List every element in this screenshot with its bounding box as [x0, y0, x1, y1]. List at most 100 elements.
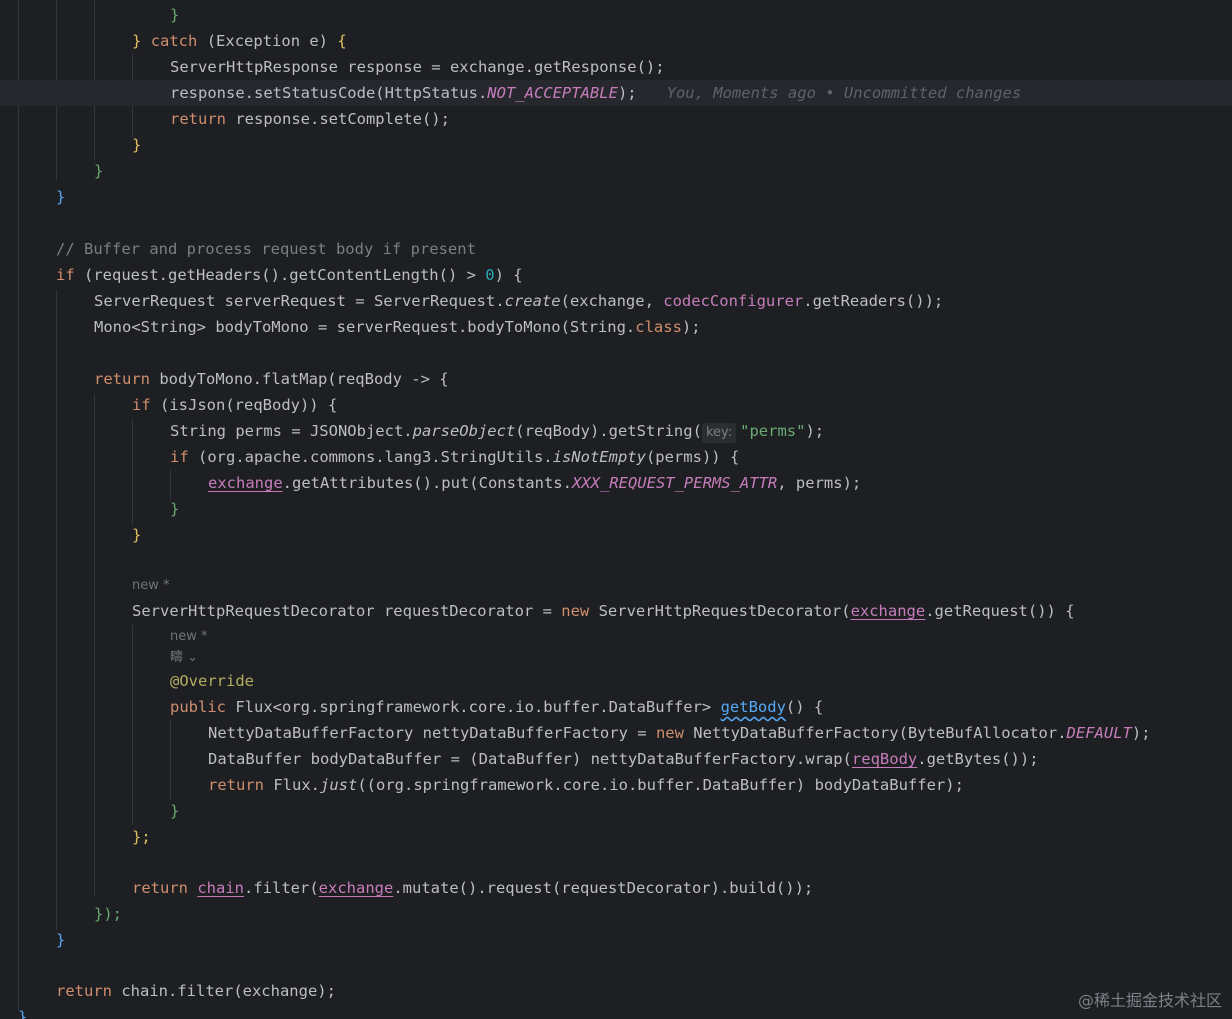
- code-line[interactable]: });: [0, 901, 1232, 927]
- exception-param: (Exception e): [206, 32, 329, 50]
- code-line[interactable]: }: [0, 184, 1232, 210]
- code-text: return Flux.just((org.springframework.co…: [208, 772, 964, 798]
- code-segment: ((org.springframework.core.io.buffer.Dat…: [357, 776, 964, 794]
- code-line[interactable]: DataBuffer bodyDataBuffer = (DataBuffer)…: [0, 746, 1232, 772]
- usages-lens[interactable]: new *: [132, 573, 170, 599]
- code-line[interactable]: }: [0, 522, 1232, 548]
- code-text: if (request.getHeaders().getContentLengt…: [56, 262, 523, 288]
- code-text: NettyDataBufferFactory nettyDataBufferFa…: [208, 720, 1151, 746]
- code-segment: ServerHttpRequestDecorator requestDecora…: [132, 602, 562, 620]
- closing-brace: }: [56, 188, 66, 206]
- code-segment: , perms);: [777, 474, 862, 492]
- new-keyword: new: [561, 602, 590, 620]
- code-text: ServerHttpResponse response = exchange.g…: [170, 58, 665, 76]
- if-keyword: if: [132, 396, 151, 414]
- code-line[interactable]: return chain.filter(exchange);: [0, 978, 1232, 1004]
- watermark: @稀土掘金技术社区: [1077, 991, 1222, 1010]
- closing-brace: }: [170, 802, 180, 820]
- code-text: ServerHttpRequestDecorator requestDecora…: [132, 598, 1075, 624]
- code-text: ServerRequest serverRequest = ServerRequ…: [94, 288, 943, 314]
- closing-brace: }: [56, 931, 66, 949]
- code-segment: response.setComplete();: [226, 110, 450, 128]
- closing-brace: }: [132, 526, 142, 544]
- code-line[interactable]: return bodyToMono.flatMap(reqBody -> {: [0, 366, 1232, 392]
- code-segment: String perms = JSONObject.: [170, 422, 413, 440]
- code-segment: );: [805, 422, 825, 440]
- return-keyword: return: [170, 110, 226, 128]
- code-line[interactable]: }: [0, 927, 1232, 953]
- code-line[interactable]: if (request.getHeaders().getContentLengt…: [0, 262, 1232, 288]
- annotation: @Override: [170, 672, 254, 690]
- closing-brace: }: [18, 1008, 28, 1019]
- code-line[interactable]: }: [0, 1004, 1232, 1019]
- code-line[interactable]: }: [0, 132, 1232, 158]
- code-segment: ServerRequest serverRequest = ServerRequ…: [94, 292, 505, 310]
- captured-variable[interactable]: exchange: [208, 474, 283, 492]
- code-comment: // Buffer and process request body if pr…: [56, 240, 476, 258]
- code-line[interactable]: @Override: [0, 668, 1232, 694]
- code-segment: (org.apache.commons.lang3.StringUtils.: [188, 448, 553, 466]
- code-text: return response.setComplete();: [170, 106, 450, 132]
- captured-variable[interactable]: chain: [197, 879, 244, 897]
- code-segment: .getRequest()) {: [925, 602, 1075, 620]
- code-line[interactable]: public Flux<org.springframework.core.io.…: [0, 694, 1232, 720]
- code-text: return chain.filter(exchange.mutate().re…: [132, 875, 813, 901]
- if-keyword: if: [170, 448, 189, 466]
- code-segment: .getAttributes().put(Constants.: [282, 474, 572, 492]
- code-line[interactable]: ServerHttpRequestDecorator requestDecora…: [0, 598, 1232, 624]
- code-line[interactable]: return response.setComplete();: [0, 106, 1232, 132]
- code-line[interactable]: exchange.getAttributes().put(Constants.X…: [0, 470, 1232, 496]
- code-segment: NettyDataBufferFactory nettyDataBufferFa…: [208, 724, 656, 742]
- code-line[interactable]: Mono<String> bodyToMono = serverRequest.…: [0, 314, 1232, 340]
- code-segment: DataBuffer bodyDataBuffer = (DataBuffer)…: [208, 750, 852, 768]
- code-text: Mono<String> bodyToMono = serverRequest.…: [94, 314, 701, 340]
- closing-brace: };: [132, 828, 151, 846]
- code-line[interactable]: NettyDataBufferFactory nettyDataBufferFa…: [0, 720, 1232, 746]
- code-segment: (isJson(reqBody)) {: [150, 396, 338, 414]
- captured-variable[interactable]: exchange: [851, 602, 926, 620]
- code-line[interactable]: ServerRequest serverRequest = ServerRequ…: [0, 288, 1232, 314]
- code-text: public Flux<org.springframework.core.io.…: [170, 694, 823, 720]
- code-line[interactable]: }: [0, 2, 1232, 28]
- closing-brace: }: [94, 162, 104, 180]
- code-line[interactable]: }: [0, 496, 1232, 522]
- static-method: parseObject: [412, 422, 516, 440]
- code-editor[interactable]: } } catch (Exception e) { ServerHttpResp…: [0, 0, 1232, 1019]
- code-text: return bodyToMono.flatMap(reqBody -> {: [94, 366, 449, 392]
- code-segment: .filter(: [244, 879, 319, 897]
- code-line[interactable]: };: [0, 824, 1232, 850]
- captured-variable[interactable]: reqBody: [852, 750, 917, 768]
- method-name[interactable]: getBody: [721, 698, 786, 716]
- code-segment: .getReaders());: [803, 292, 944, 310]
- return-keyword: return: [132, 879, 188, 897]
- number-literal: 0: [485, 266, 495, 284]
- code-line[interactable]: if (isJson(reqBody)) {: [0, 392, 1232, 418]
- code-line[interactable]: }: [0, 158, 1232, 184]
- code-line[interactable]: String perms = JSONObject.parseObject(re…: [0, 418, 1232, 444]
- code-lens[interactable]: new *: [0, 573, 1232, 599]
- code-line[interactable]: return chain.filter(exchange.mutate().re…: [0, 875, 1232, 901]
- code-text: if (isJson(reqBody)) {: [132, 392, 337, 418]
- code-text: } catch (Exception e) {: [132, 28, 347, 54]
- code-line[interactable]: if (org.apache.commons.lang3.StringUtils…: [0, 444, 1232, 470]
- static-method: create: [504, 292, 561, 310]
- git-blame-annotation[interactable]: You, Moments ago • Uncommitted changes: [667, 84, 1022, 102]
- closing-brace: }: [170, 500, 180, 518]
- constant-reference: XXX_REQUEST_PERMS_ATTR: [571, 474, 778, 492]
- code-segment: chain.filter(exchange);: [112, 982, 336, 1000]
- captured-variable[interactable]: exchange: [319, 879, 394, 897]
- code-segment: NettyDataBufferFactory(ByteBufAllocator.: [683, 724, 1067, 742]
- constant-reference: DEFAULT: [1066, 724, 1132, 742]
- code-line[interactable]: ServerHttpResponse response = exchange.g…: [0, 54, 1232, 80]
- status-constant: NOT_ACCEPTABLE: [487, 84, 618, 102]
- code-line[interactable]: } catch (Exception e) {: [0, 28, 1232, 54]
- code-segment: .getBytes());: [917, 750, 1039, 768]
- static-method: isNotEmpty: [552, 448, 646, 466]
- code-line[interactable]: // Buffer and process request body if pr…: [0, 236, 1232, 262]
- code-line[interactable]: return Flux.just((org.springframework.co…: [0, 772, 1232, 798]
- current-code-line[interactable]: response.setStatusCode(HttpStatus.NOT_AC…: [0, 80, 1232, 106]
- code-line[interactable]: }: [0, 798, 1232, 824]
- field-reference: codecConfigurer: [663, 292, 804, 310]
- code-text: DataBuffer bodyDataBuffer = (DataBuffer)…: [208, 746, 1039, 772]
- code-segment: );: [681, 318, 701, 336]
